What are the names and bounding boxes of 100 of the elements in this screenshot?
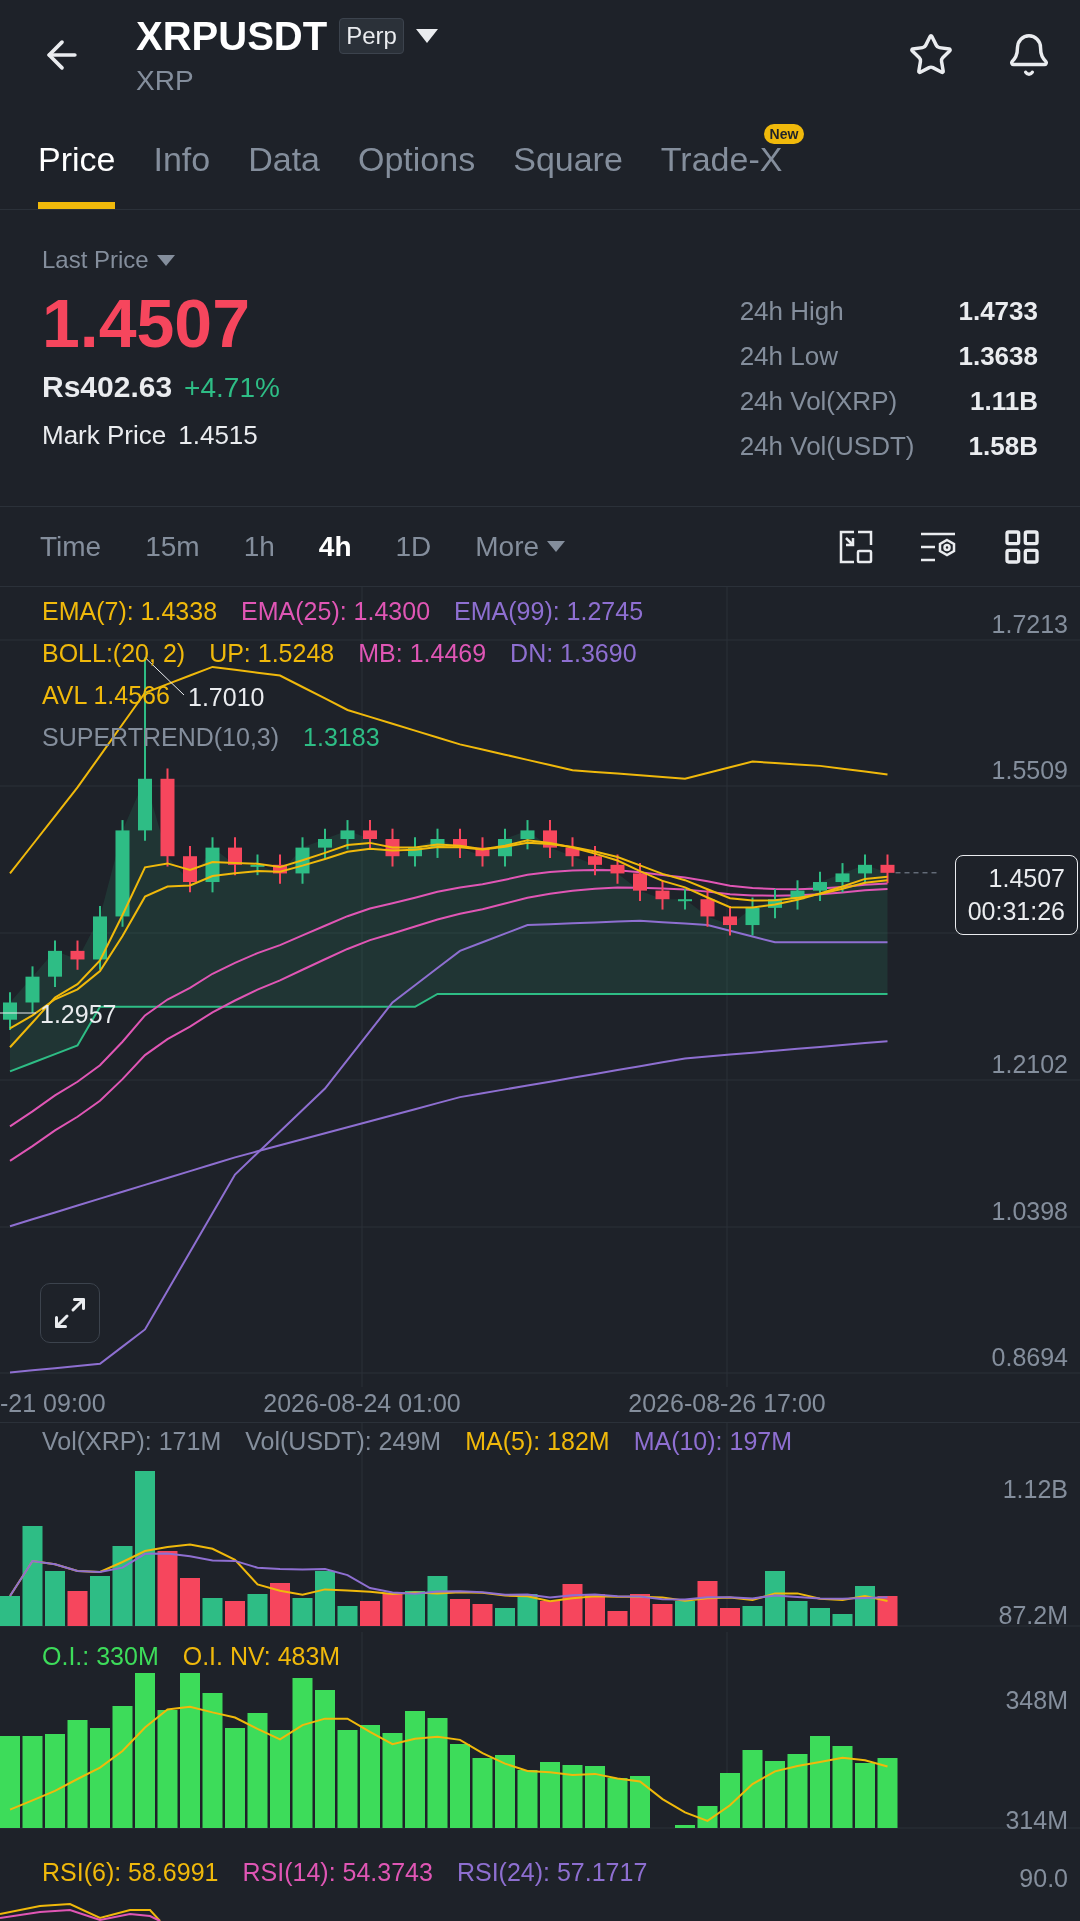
time-axis-label: -21 09:00 — [0, 1389, 106, 1418]
dropdown-caret-icon[interactable] — [415, 29, 438, 43]
pair-subtitle: XRP — [136, 64, 195, 97]
stat-label: 24h Vol(USDT) — [739, 431, 915, 462]
candle — [295, 836, 310, 885]
price-axis-label: 1.5509 — [991, 756, 1068, 785]
stat-value: 1.11B — [969, 386, 1038, 417]
interval-tab[interactable]: 15m — [145, 530, 200, 563]
expand-button[interactable] — [40, 1283, 100, 1343]
indicator-label: RSI(24): 57.1717 — [456, 1858, 648, 1887]
mark-price-value: 1.4515 — [178, 420, 258, 451]
more-dropdown[interactable]: More — [475, 530, 566, 563]
caret-icon[interactable] — [156, 254, 175, 266]
open-interest-bars-drawing — [607, 1778, 628, 1828]
candle — [3, 991, 17, 1031]
current-price-tag: 1.4507 00:31:26 — [954, 855, 1078, 935]
price-axis-label: 0.8694 — [991, 1343, 1068, 1372]
rsi-axis-label: 90.0 — [1019, 1864, 1068, 1893]
interval-tab[interactable]: 1h — [243, 530, 275, 563]
candle — [205, 836, 220, 894]
volume-bars-drawing — [742, 1606, 763, 1626]
volume-bars-drawing — [45, 1571, 65, 1626]
tab[interactable]: Info — [153, 110, 211, 209]
oi-axis-label: 348M — [1005, 1686, 1068, 1715]
tab[interactable]: Data — [248, 110, 320, 209]
indicator-label: RSI(6): 58.6991 — [42, 1858, 219, 1887]
tab[interactable]: Square — [513, 110, 623, 209]
candle — [790, 879, 805, 911]
candle — [93, 905, 107, 971]
candle — [835, 862, 850, 894]
price-leader-line — [895, 872, 939, 874]
candle — [48, 939, 62, 988]
volume-bars-drawing — [720, 1608, 740, 1626]
candle — [745, 896, 760, 937]
tab[interactable]: Options — [358, 110, 476, 209]
candle — [475, 836, 490, 868]
open-interest-bars-drawing — [585, 1766, 605, 1828]
last-price: 1.4507 — [42, 284, 251, 362]
indicator-label: MA(10): 197M — [633, 1427, 792, 1456]
volume-bars-drawing — [810, 1608, 830, 1626]
interval-tab[interactable]: Time — [40, 530, 102, 563]
open-interest-bars-drawing — [720, 1773, 740, 1828]
indicator-label: MA(5): 182M — [465, 1427, 610, 1456]
last-price-label: Last Price — [42, 246, 149, 274]
high-price-label: 1.7010 — [188, 683, 265, 712]
candle — [723, 905, 737, 937]
open-interest-bars-drawing — [630, 1776, 650, 1828]
volume-bars-drawing — [832, 1614, 853, 1626]
volume-bars-drawing — [652, 1604, 673, 1626]
oi-axis-label: 314M — [1005, 1806, 1068, 1835]
volume-axis-label: 1.12B — [1002, 1475, 1068, 1504]
price-axis-label: 1.0398 — [991, 1197, 1068, 1226]
indicator-label: EMA(99): 1.2745 — [454, 597, 644, 626]
candle — [408, 836, 422, 868]
price-change: +4.71% — [184, 372, 280, 404]
volume-bars-drawing — [90, 1576, 110, 1626]
candle — [678, 887, 692, 911]
volume-bars-drawing — [180, 1578, 200, 1626]
candle — [340, 819, 355, 851]
candle — [880, 853, 895, 885]
picture-in-picture-icon[interactable] — [838, 528, 874, 565]
interval-tab[interactable]: 1D — [395, 530, 432, 563]
candle — [273, 853, 287, 885]
candle — [453, 827, 467, 859]
candle — [430, 827, 445, 859]
candle — [498, 827, 512, 868]
volume-bars-drawing — [877, 1596, 898, 1626]
open-interest-bars-drawing — [855, 1763, 875, 1828]
candle — [858, 853, 872, 885]
candle — [25, 965, 40, 1014]
open-interest-bars-drawing — [540, 1762, 560, 1828]
indicator-label: EMA(7): 1.4338 — [42, 597, 218, 626]
volume-bars-drawing — [202, 1598, 223, 1626]
volume-bars-drawing — [540, 1601, 560, 1626]
open-interest-bars-drawing — [765, 1761, 785, 1828]
open-interest-bars-drawing — [517, 1770, 538, 1828]
open-interest-bars-drawing — [472, 1758, 493, 1828]
volume-bars-drawing — [472, 1604, 493, 1626]
volume-bars-drawing — [270, 1583, 290, 1626]
stat-label: 24h Vol(XRP) — [739, 386, 899, 417]
tab[interactable]: Price — [38, 110, 116, 209]
candle — [228, 836, 242, 877]
volume-bars-drawing — [360, 1601, 380, 1626]
candle — [318, 827, 332, 859]
volume-bars-drawing — [630, 1594, 650, 1626]
candle — [813, 870, 827, 902]
interval-tab[interactable]: 4h — [318, 530, 352, 563]
price-axis-label: 1.2102 — [991, 1050, 1068, 1079]
indicator-label: MB: 1.4469 — [358, 639, 487, 668]
time-axis-label: 2026-08-26 17:00 — [628, 1389, 826, 1418]
candle — [655, 879, 670, 911]
volume-bars-drawing — [562, 1584, 583, 1626]
volume-bars-drawing — [427, 1576, 448, 1626]
volume-bars-drawing — [292, 1598, 313, 1626]
volume-bars-drawing — [315, 1571, 335, 1626]
candle — [183, 844, 197, 894]
candle — [565, 836, 580, 868]
volume-bars-drawing — [765, 1571, 785, 1626]
candle — [700, 887, 715, 928]
fiat-price: Rs402.63 — [42, 370, 173, 404]
